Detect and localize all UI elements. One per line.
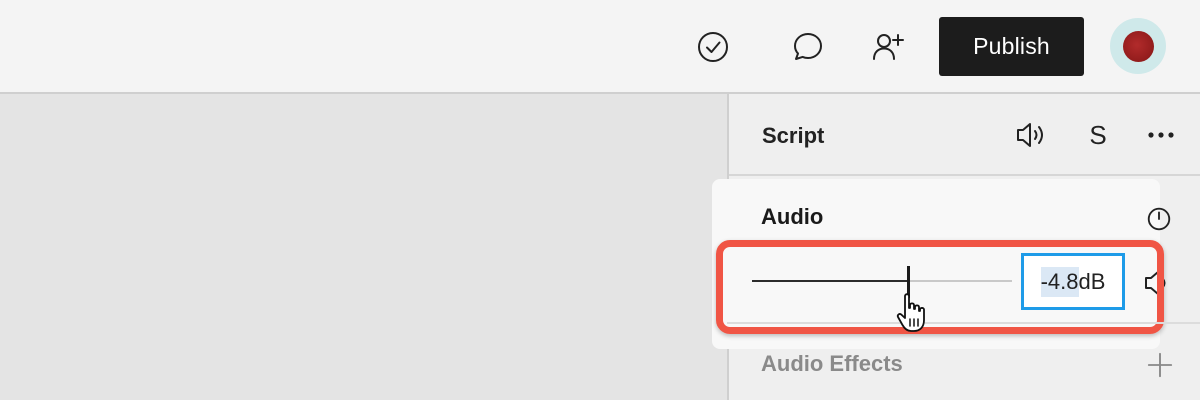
audio-effects-title: Audio Effects — [761, 351, 903, 376]
top-toolbar: Publish — [0, 0, 1200, 94]
user-plus-icon[interactable] — [866, 25, 910, 69]
annotation-highlight — [716, 240, 1164, 334]
comment-icon[interactable] — [786, 25, 830, 69]
publish-button[interactable]: Publish — [939, 17, 1084, 76]
more-icon[interactable] — [1141, 115, 1181, 155]
check-circle-icon[interactable] — [691, 25, 735, 69]
volume-icon[interactable] — [1011, 115, 1051, 155]
plus-icon[interactable] — [1145, 350, 1175, 380]
stopwatch-icon[interactable] — [1144, 204, 1174, 234]
s-icon[interactable]: S — [1078, 115, 1118, 155]
panel-title: Script — [762, 123, 825, 148]
section-divider — [727, 322, 1200, 324]
avatar[interactable] — [1110, 18, 1166, 74]
s-label: S — [1089, 119, 1107, 150]
avatar-image — [1122, 30, 1154, 62]
panel-header: Script S — [729, 94, 1200, 176]
audio-title: Audio — [761, 204, 824, 229]
